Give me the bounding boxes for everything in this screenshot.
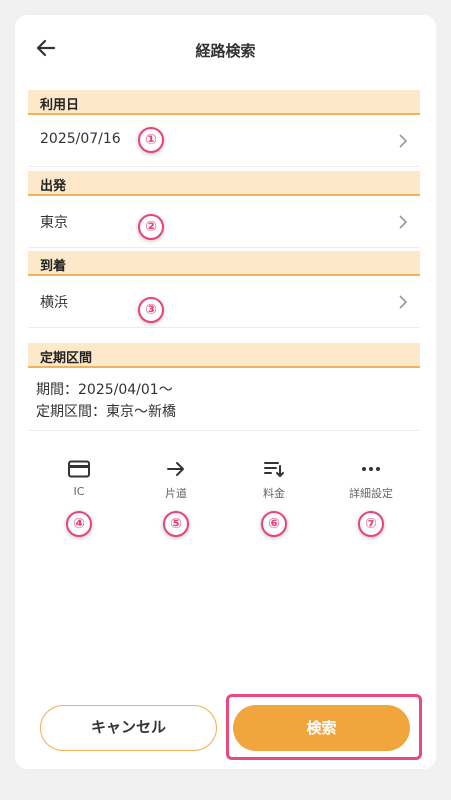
commute-route: 定期区間：東京〜新橋 [36,404,176,420]
marker-3: ③ [138,297,164,323]
option-ic-label: IC [73,485,85,498]
option-fare[interactable]: 料金 [229,455,319,505]
section-header-departure: 出発 [28,171,420,196]
search-button[interactable]: 検索 [233,705,410,751]
departure-value: 東京 [40,215,68,231]
date-row[interactable]: 2025/07/16 [28,115,420,167]
marker-4: ④ [66,511,92,537]
option-one-way[interactable]: 片道 [131,455,221,505]
option-one-way-label: 片道 [165,487,187,500]
arrow-right-icon [167,462,184,476]
card-icon [68,460,90,478]
marker-7: ⑦ [358,511,384,537]
sort-icon [264,462,284,477]
cancel-button[interactable]: キャンセル [40,705,217,751]
option-details-label: 詳細設定 [349,487,393,500]
marker-2: ② [138,214,164,240]
option-ic[interactable]: IC [34,455,124,505]
section-label-departure: 出発 [40,179,67,194]
option-details[interactable]: 詳細設定 [326,455,416,505]
section-header-date: 利用日 [28,90,420,115]
arrival-value: 横浜 [40,295,68,311]
commute-info: 期間：2025/04/01〜 定期区間：東京〜新橋 [28,370,420,431]
marker-6: ⑥ [261,511,287,537]
arrival-row[interactable]: 横浜 [28,276,420,328]
departure-row[interactable]: 東京 [28,196,420,248]
commute-period: 期間：2025/04/01〜 [36,382,173,398]
chevron-right-icon [399,295,408,309]
marker-5: ⑤ [163,511,189,537]
marker-1: ① [138,127,164,153]
section-header-commute: 定期区間 [28,343,420,368]
more-icon [362,467,380,471]
section-label-commute: 定期区間 [40,351,93,366]
chevron-right-icon [399,215,408,229]
section-label-arrival: 到着 [40,259,67,274]
chevron-right-icon [399,134,408,148]
date-value: 2025/07/16 [40,131,121,147]
section-header-arrival: 到着 [28,251,420,276]
section-label-date: 利用日 [40,98,80,113]
page-title: 経路検索 [195,42,256,60]
option-fare-label: 料金 [263,487,285,500]
